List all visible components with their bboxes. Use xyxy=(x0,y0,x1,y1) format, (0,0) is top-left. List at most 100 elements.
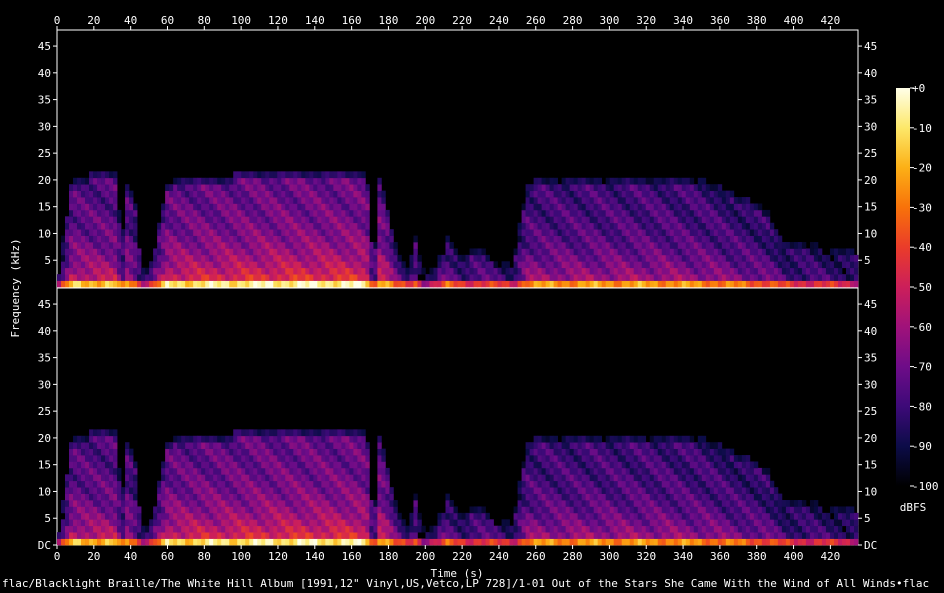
heat-cell xyxy=(205,229,210,236)
heat-cell xyxy=(145,274,150,281)
heat-cell xyxy=(521,229,526,236)
heat-cell xyxy=(549,480,554,488)
heat-cell xyxy=(557,267,562,275)
heat-cell xyxy=(349,209,354,217)
heat-cell xyxy=(105,519,110,527)
heat-cell xyxy=(97,487,102,494)
heat-cell xyxy=(333,171,338,179)
heat-cell xyxy=(333,229,338,236)
heat-cell xyxy=(573,203,578,211)
heat-cell xyxy=(349,280,354,288)
heat-cell xyxy=(653,512,659,520)
heat-cell xyxy=(225,467,230,475)
heat-cell xyxy=(169,209,174,217)
heat-cell xyxy=(181,525,186,533)
heat-cell xyxy=(545,512,550,520)
heat-cell xyxy=(301,254,306,262)
heat-cell xyxy=(325,474,330,482)
heat-cell xyxy=(153,274,158,281)
heat-cell xyxy=(465,538,470,546)
heat-cell xyxy=(77,190,82,198)
heat-cell xyxy=(241,467,246,475)
heat-cell xyxy=(113,532,118,539)
heat-cell xyxy=(81,455,86,462)
heat-cell xyxy=(305,461,310,469)
heat-cell xyxy=(161,235,166,243)
heat-cell xyxy=(193,235,198,243)
heat-cell xyxy=(321,461,326,469)
heat-cell xyxy=(849,280,855,288)
heat-cell xyxy=(173,532,178,539)
heat-cell xyxy=(617,448,623,456)
heat-cell xyxy=(541,235,546,243)
heat-cell xyxy=(149,261,154,269)
heat-cell xyxy=(637,177,643,185)
heat-cell xyxy=(613,500,619,507)
heat-cell xyxy=(517,538,522,546)
heat-cell xyxy=(309,493,314,501)
heat-cell xyxy=(245,171,250,179)
heat-cell xyxy=(329,519,334,527)
heat-cell xyxy=(373,242,378,249)
heat-cell xyxy=(285,216,290,224)
heat-cell xyxy=(545,280,550,288)
heat-cell xyxy=(697,461,703,469)
heat-cell xyxy=(109,216,114,224)
heat-cell xyxy=(81,216,86,224)
heat-cell xyxy=(597,500,603,507)
heat-cell xyxy=(541,242,546,249)
heat-cell xyxy=(673,229,679,236)
heat-cell xyxy=(209,461,214,469)
heat-cell xyxy=(545,197,550,204)
heat-cell xyxy=(517,242,522,249)
heat-cell xyxy=(589,455,595,462)
heat-cell xyxy=(157,254,162,262)
heat-cell xyxy=(549,229,554,236)
heat-cell xyxy=(133,235,138,243)
heat-cell xyxy=(113,171,118,179)
heat-cell xyxy=(325,235,330,243)
heat-cell xyxy=(629,242,635,249)
heat-cell xyxy=(649,261,655,269)
heat-cell xyxy=(609,242,615,249)
heat-cell xyxy=(229,525,234,533)
heat-cell xyxy=(593,519,599,527)
heat-cell xyxy=(229,461,234,469)
heat-cell xyxy=(393,267,398,275)
heat-cell xyxy=(597,274,603,281)
heat-cell xyxy=(701,216,707,224)
heat-cell xyxy=(353,235,358,243)
heat-cell xyxy=(645,184,651,191)
heat-cell xyxy=(225,525,230,533)
heat-cell xyxy=(217,177,222,185)
heat-cell xyxy=(153,519,158,527)
heat-cell xyxy=(741,248,747,256)
heat-cell xyxy=(697,532,703,539)
heat-cell xyxy=(129,209,134,217)
heat-cell xyxy=(541,435,546,443)
heat-cell xyxy=(245,248,250,256)
heat-cell xyxy=(309,532,314,539)
heat-cell xyxy=(533,203,538,211)
heat-cell xyxy=(681,532,687,539)
heat-cell xyxy=(197,261,202,269)
heat-cell xyxy=(621,435,627,443)
heat-cell xyxy=(105,455,110,462)
heat-cell xyxy=(693,461,699,469)
heat-cell xyxy=(177,525,182,533)
heat-cell xyxy=(201,512,206,520)
heat-cell xyxy=(725,280,731,288)
heat-cell xyxy=(93,222,98,230)
heat-cell xyxy=(413,254,418,262)
heat-cell xyxy=(289,525,294,533)
heat-cell xyxy=(325,209,330,217)
heat-cell xyxy=(209,235,214,243)
heat-cell xyxy=(209,474,214,482)
heat-cell xyxy=(565,442,570,449)
heat-cell xyxy=(229,216,234,224)
heat-cell xyxy=(237,190,242,198)
heat-cell xyxy=(609,525,615,533)
heat-cell xyxy=(329,455,334,462)
heat-cell xyxy=(285,235,290,243)
heat-cell xyxy=(697,222,703,230)
